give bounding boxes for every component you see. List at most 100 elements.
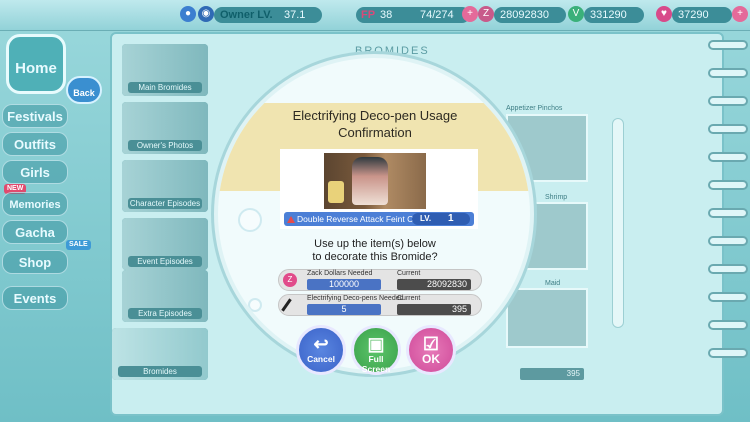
ring bbox=[708, 68, 748, 78]
fp-max: 74/274 bbox=[420, 9, 454, 21]
decor-bubble bbox=[480, 326, 498, 344]
tab-character-episodes[interactable]: Character Episodes bbox=[122, 160, 208, 212]
ring bbox=[708, 236, 748, 246]
fp-value: 38 bbox=[380, 9, 393, 21]
nav-festivals-label: Festivals bbox=[7, 109, 63, 124]
owner-level-value: 37.1 bbox=[284, 9, 306, 21]
full-screen-button[interactable]: ▣ Full Screen bbox=[351, 325, 401, 375]
zack-dollar-icon: Z bbox=[283, 273, 297, 287]
owner-level-label: Owner LV. bbox=[220, 9, 273, 21]
back-label: Back bbox=[73, 88, 95, 98]
vip-points: 331290 bbox=[584, 7, 644, 23]
nav-festivals[interactable]: Festivals bbox=[2, 104, 68, 128]
sale-badge: SALE bbox=[66, 240, 91, 250]
v-stones: 37290 bbox=[672, 7, 732, 23]
nav-events[interactable]: Events bbox=[2, 286, 68, 310]
globe-icon[interactable]: ● bbox=[180, 6, 196, 22]
tab-owners-photos[interactable]: Owner's Photos bbox=[122, 102, 208, 154]
tab-label: Event Episodes bbox=[128, 256, 202, 267]
thumb-caption: Maid bbox=[545, 280, 561, 287]
ring bbox=[708, 124, 748, 134]
nav-memories-label: Memories bbox=[9, 199, 61, 211]
bromide-thumbnail[interactable] bbox=[506, 288, 588, 348]
nav-girls[interactable]: Girls bbox=[2, 160, 68, 184]
zack-dollars: 28092830 bbox=[494, 7, 566, 23]
character-figure bbox=[352, 157, 388, 205]
zack-dollar-icon: Z bbox=[478, 6, 494, 22]
ring bbox=[708, 152, 748, 162]
fp-label: FP bbox=[361, 9, 376, 21]
ok-button[interactable]: ☑ OK bbox=[406, 325, 456, 375]
current-label: Current bbox=[397, 270, 421, 277]
nav-outfits-label: Outfits bbox=[14, 137, 56, 152]
nav-memories[interactable]: Memories bbox=[2, 192, 68, 216]
back-button[interactable]: Back bbox=[66, 76, 102, 104]
question-line2: to decorate this Bromide? bbox=[312, 251, 438, 263]
bromide-name: Double Reverse Attack Feint C bbox=[297, 214, 414, 224]
vip-points-value: 331290 bbox=[590, 9, 627, 21]
fp-meter: FP 38 74/274 bbox=[356, 7, 470, 23]
checkmark-icon: ☑ bbox=[422, 334, 440, 354]
tab-main-bromides[interactable]: Main Bromides bbox=[122, 44, 208, 96]
notebook-rings bbox=[708, 40, 748, 380]
thumb-caption: Shrimp bbox=[545, 194, 568, 201]
bromide-photo bbox=[324, 153, 426, 209]
v-stone-icon: ♥ bbox=[656, 6, 672, 22]
cancel-button[interactable]: ↩ Cancel bbox=[296, 325, 346, 375]
player-icon[interactable]: ◉ bbox=[198, 6, 214, 22]
drink-glass bbox=[328, 181, 344, 203]
nav-outfits[interactable]: Outfits bbox=[2, 132, 68, 156]
ring bbox=[708, 320, 748, 330]
list-scrollbar[interactable] bbox=[612, 118, 624, 328]
need-value: 5 bbox=[307, 304, 381, 315]
owner-level: Owner LV. 37.1 bbox=[214, 7, 322, 23]
deco-pen-icon bbox=[281, 298, 292, 312]
question-line1: Use up the item(s) below bbox=[314, 238, 436, 250]
need-label: Zack Dollars Needed bbox=[307, 270, 373, 277]
ring bbox=[708, 348, 748, 358]
dialog-title-line1: Electrifying Deco-pen Usage bbox=[292, 108, 458, 123]
zack-dollars-value: 28092830 bbox=[500, 9, 549, 21]
notebook-header: BROMIDES bbox=[355, 45, 430, 57]
current-value: 28092830 bbox=[397, 279, 471, 290]
level-label: LV. bbox=[420, 214, 432, 223]
decor-bubble bbox=[238, 208, 262, 232]
level-value: 1 bbox=[448, 213, 454, 224]
return-arrow-icon: ↩ bbox=[313, 334, 329, 354]
tab-label: Extra Episodes bbox=[128, 308, 202, 319]
current-label: Current bbox=[397, 295, 421, 302]
ring bbox=[708, 180, 748, 190]
tab-event-episodes[interactable]: Event Episodes bbox=[122, 218, 208, 270]
tab-bromides[interactable]: Bromides bbox=[112, 328, 208, 380]
current-value: 395 bbox=[397, 304, 471, 315]
bottom-count: 395 bbox=[520, 368, 584, 380]
dialog-question: Use up the item(s) below to decorate thi… bbox=[228, 238, 522, 264]
dialog-title: Electrifying Deco-pen Usage Confirmation bbox=[228, 107, 522, 141]
tab-label: Character Episodes bbox=[128, 198, 202, 209]
nav-gacha-label: Gacha bbox=[15, 225, 55, 240]
ok-label: OK bbox=[422, 352, 440, 366]
ring bbox=[708, 96, 748, 106]
home-button[interactable]: Home bbox=[6, 34, 66, 94]
full-screen-label: Full Screen bbox=[361, 354, 391, 374]
need-label: Electrifying Deco-pens Needed bbox=[307, 295, 404, 302]
decor-bubble bbox=[248, 298, 262, 312]
nav-girls-label: Girls bbox=[20, 165, 50, 180]
v-stones-value: 37290 bbox=[678, 9, 709, 21]
v-stone-add-icon[interactable]: + bbox=[732, 6, 748, 22]
nav-gacha[interactable]: Gacha bbox=[2, 220, 68, 244]
full-screen-icon: ▣ bbox=[367, 334, 385, 354]
tab-extra-episodes[interactable]: Extra Episodes bbox=[122, 270, 208, 322]
ring bbox=[708, 292, 748, 302]
tab-label: Bromides bbox=[118, 366, 202, 377]
ring bbox=[708, 208, 748, 218]
requirement-deco-pens: Electrifying Deco-pens Needed Current 5 … bbox=[278, 294, 482, 316]
vip-icon: V bbox=[568, 6, 584, 22]
bromide-level: LV. 1 bbox=[412, 213, 470, 225]
warning-icon bbox=[287, 216, 295, 223]
ring bbox=[708, 264, 748, 274]
fp-add-icon[interactable]: + bbox=[462, 6, 478, 22]
ring bbox=[708, 40, 748, 50]
nav-shop[interactable]: Shop bbox=[2, 250, 68, 274]
cancel-label: Cancel bbox=[307, 354, 335, 364]
